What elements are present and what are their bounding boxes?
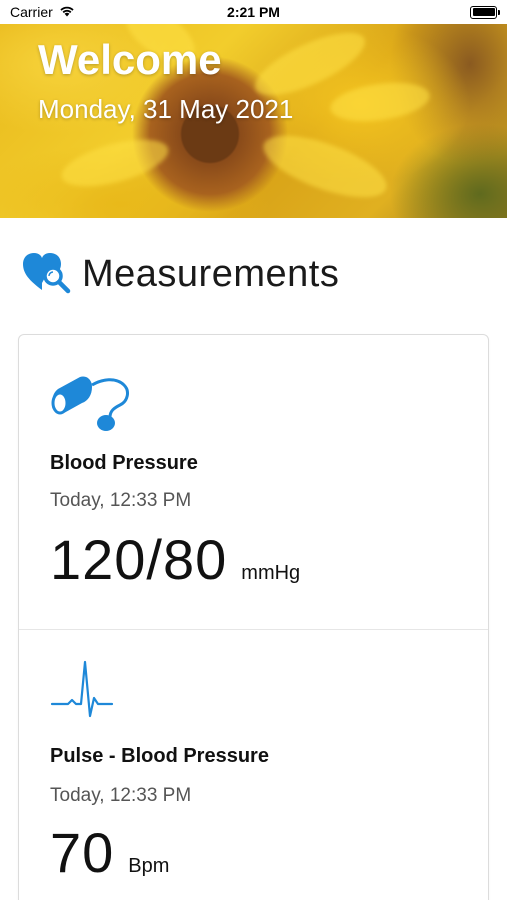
measurement-time: Today, 12:33 PM [50, 785, 192, 806]
app-screen: Carrier 2:21 PM Welcome Monday, 31 May 2… [0, 0, 507, 900]
battery-level [472, 8, 495, 16]
carrier-label: Carrier [10, 4, 53, 20]
status-left: Carrier [10, 4, 75, 20]
heart-search-icon [20, 250, 72, 299]
status-bar: Carrier 2:21 PM [0, 0, 507, 24]
measurement-title: Pulse - Blood Pressure [50, 745, 269, 767]
pulse-waveform-icon [50, 660, 114, 725]
battery-icon [470, 5, 500, 19]
measurements-card: Blood Pressure Today, 12:33 PM 120/80 mm… [18, 334, 489, 900]
measurements-header: Measurements [20, 244, 339, 304]
status-time: 2:21 PM [227, 4, 280, 20]
measurement-item-blood-pressure[interactable]: Blood Pressure Today, 12:33 PM 120/80 mm… [19, 335, 488, 630]
welcome-title: Welcome [38, 36, 222, 83]
section-title: Measurements [82, 252, 340, 295]
blood-pressure-cuff-icon [50, 371, 132, 438]
measurement-item-pulse[interactable]: Pulse - Blood Pressure Today, 12:33 PM 7… [19, 630, 488, 900]
current-date: Monday, 31 May 2021 [38, 94, 294, 124]
wifi-icon [59, 4, 75, 20]
measurement-unit: Bpm [128, 855, 170, 877]
welcome-banner: Welcome Monday, 31 May 2021 [0, 24, 507, 218]
measurement-value: 70 [50, 821, 115, 884]
measurement-title: Blood Pressure [50, 452, 198, 474]
measurement-value: 120/80 [50, 528, 228, 591]
measurement-value-row: 70 Bpm [50, 820, 169, 885]
measurement-unit: mmHg [241, 562, 301, 584]
measurement-time: Today, 12:33 PM [50, 490, 192, 511]
measurement-value-row: 120/80 mmHg [50, 527, 300, 592]
